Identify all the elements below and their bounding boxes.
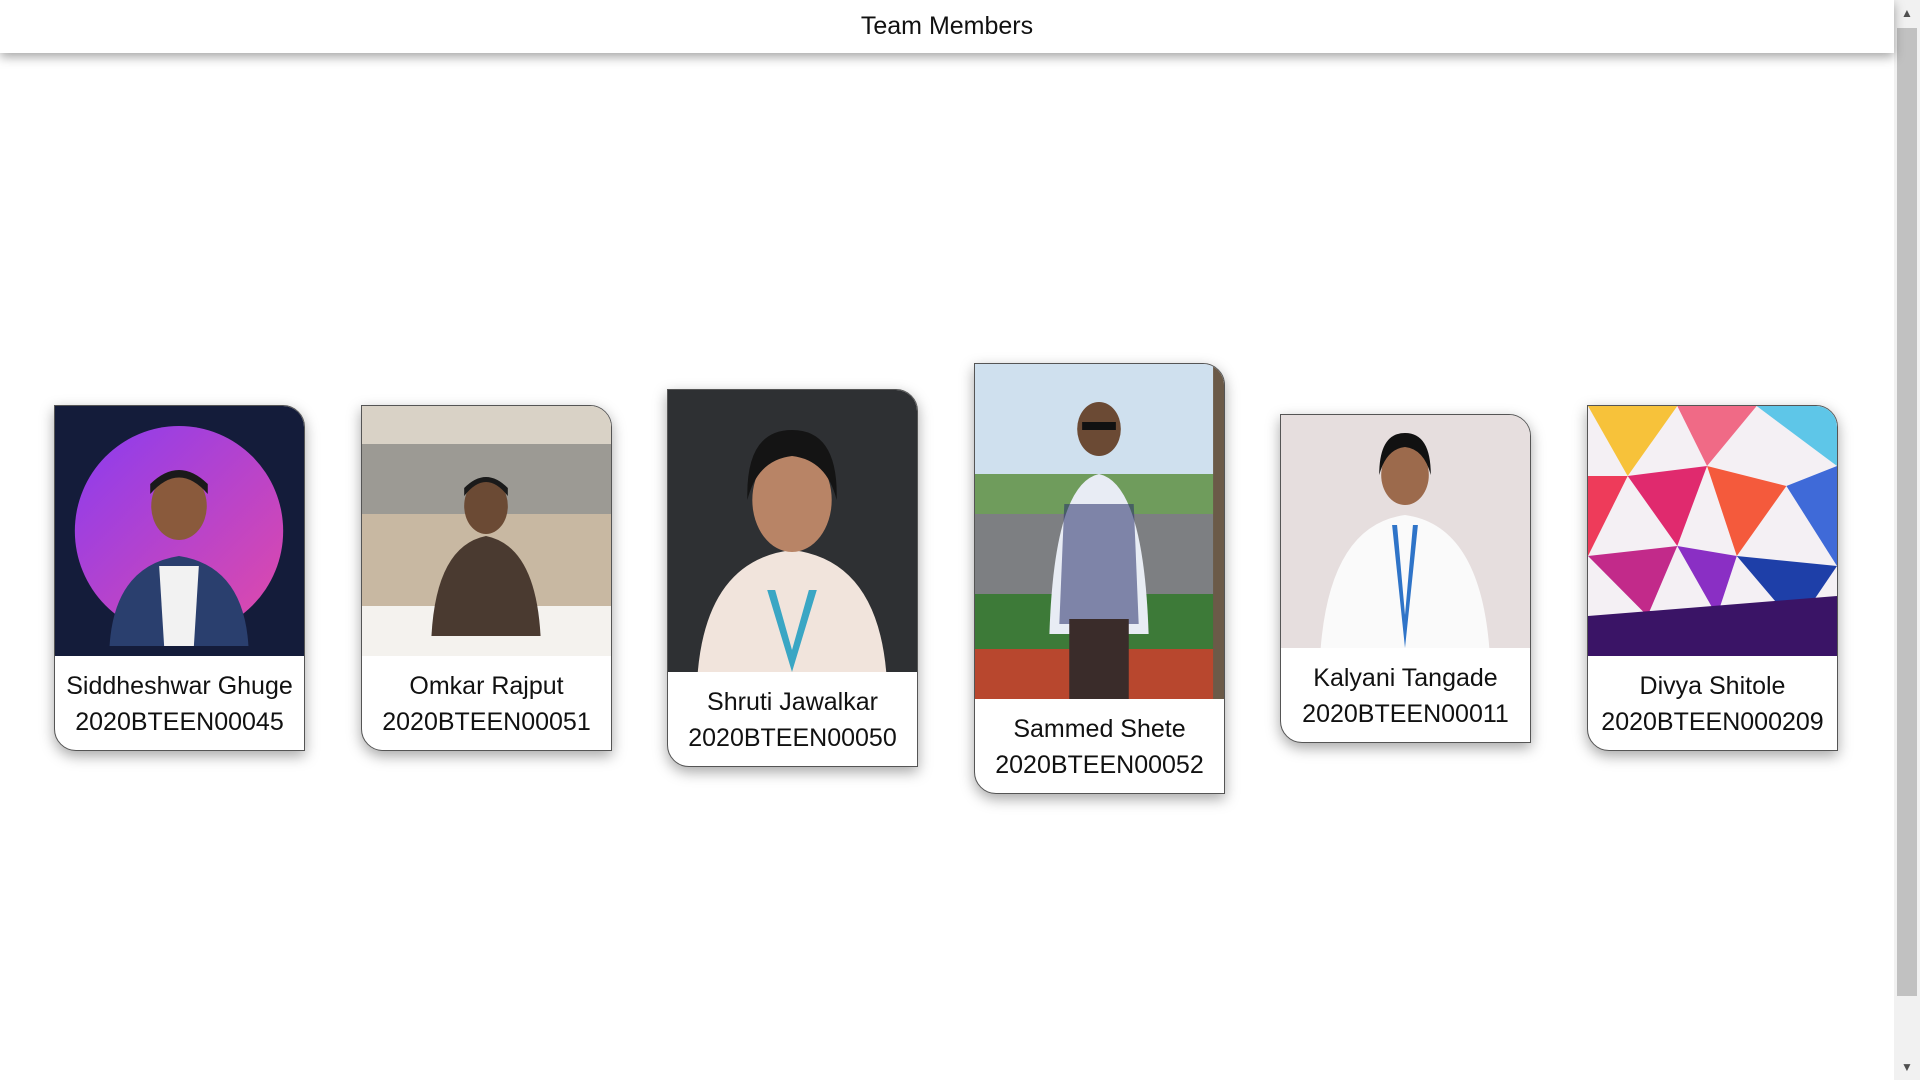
member-name: Divya Shitole xyxy=(1639,672,1786,700)
member-photo xyxy=(668,390,917,672)
member-id: 2020BTEEN000209 xyxy=(1601,708,1824,736)
vertical-scrollbar[interactable]: ▲ ▼ xyxy=(1894,0,1920,1080)
member-id: 2020BTEEN00011 xyxy=(1302,700,1509,728)
member-name: Siddheshwar Ghuge xyxy=(66,672,293,700)
member-id: 2020BTEEN00050 xyxy=(688,724,897,752)
page: Team Members Siddheshwar Ghuge 2020BTEEN… xyxy=(0,0,1920,1080)
member-card[interactable]: Shruti Jawalkar 2020BTEEN00050 xyxy=(667,389,918,767)
member-card[interactable]: Kalyani Tangade 2020BTEEN00011 xyxy=(1280,414,1531,743)
page-header: Team Members xyxy=(0,0,1894,53)
member-name: Kalyani Tangade xyxy=(1313,664,1498,692)
member-photo xyxy=(55,406,304,656)
scroll-down-icon[interactable]: ▼ xyxy=(1894,1054,1920,1080)
scroll-up-icon[interactable]: ▲ xyxy=(1894,0,1920,26)
member-name: Shruti Jawalkar xyxy=(707,688,878,716)
member-card[interactable]: Divya Shitole 2020BTEEN000209 xyxy=(1587,405,1838,751)
scrollbar-thumb[interactable] xyxy=(1897,28,1917,996)
member-id: 2020BTEEN00051 xyxy=(382,708,591,736)
member-name: Sammed Shete xyxy=(1013,715,1186,743)
member-id: 2020BTEEN00052 xyxy=(995,751,1204,779)
member-card[interactable]: Omkar Rajput 2020BTEEN00051 xyxy=(361,405,612,751)
member-photo xyxy=(1281,415,1530,648)
member-photo xyxy=(362,406,611,656)
page-title: Team Members xyxy=(860,12,1034,40)
member-id: 2020BTEEN00045 xyxy=(75,708,284,736)
member-name: Omkar Rajput xyxy=(409,672,564,700)
main-content: Team Members Siddheshwar Ghuge 2020BTEEN… xyxy=(0,0,1894,1080)
member-card[interactable]: Sammed Shete 2020BTEEN00052 xyxy=(974,363,1225,794)
member-photo xyxy=(1588,406,1837,656)
member-photo xyxy=(975,364,1224,699)
member-card[interactable]: Siddheshwar Ghuge 2020BTEEN00045 xyxy=(54,405,305,751)
